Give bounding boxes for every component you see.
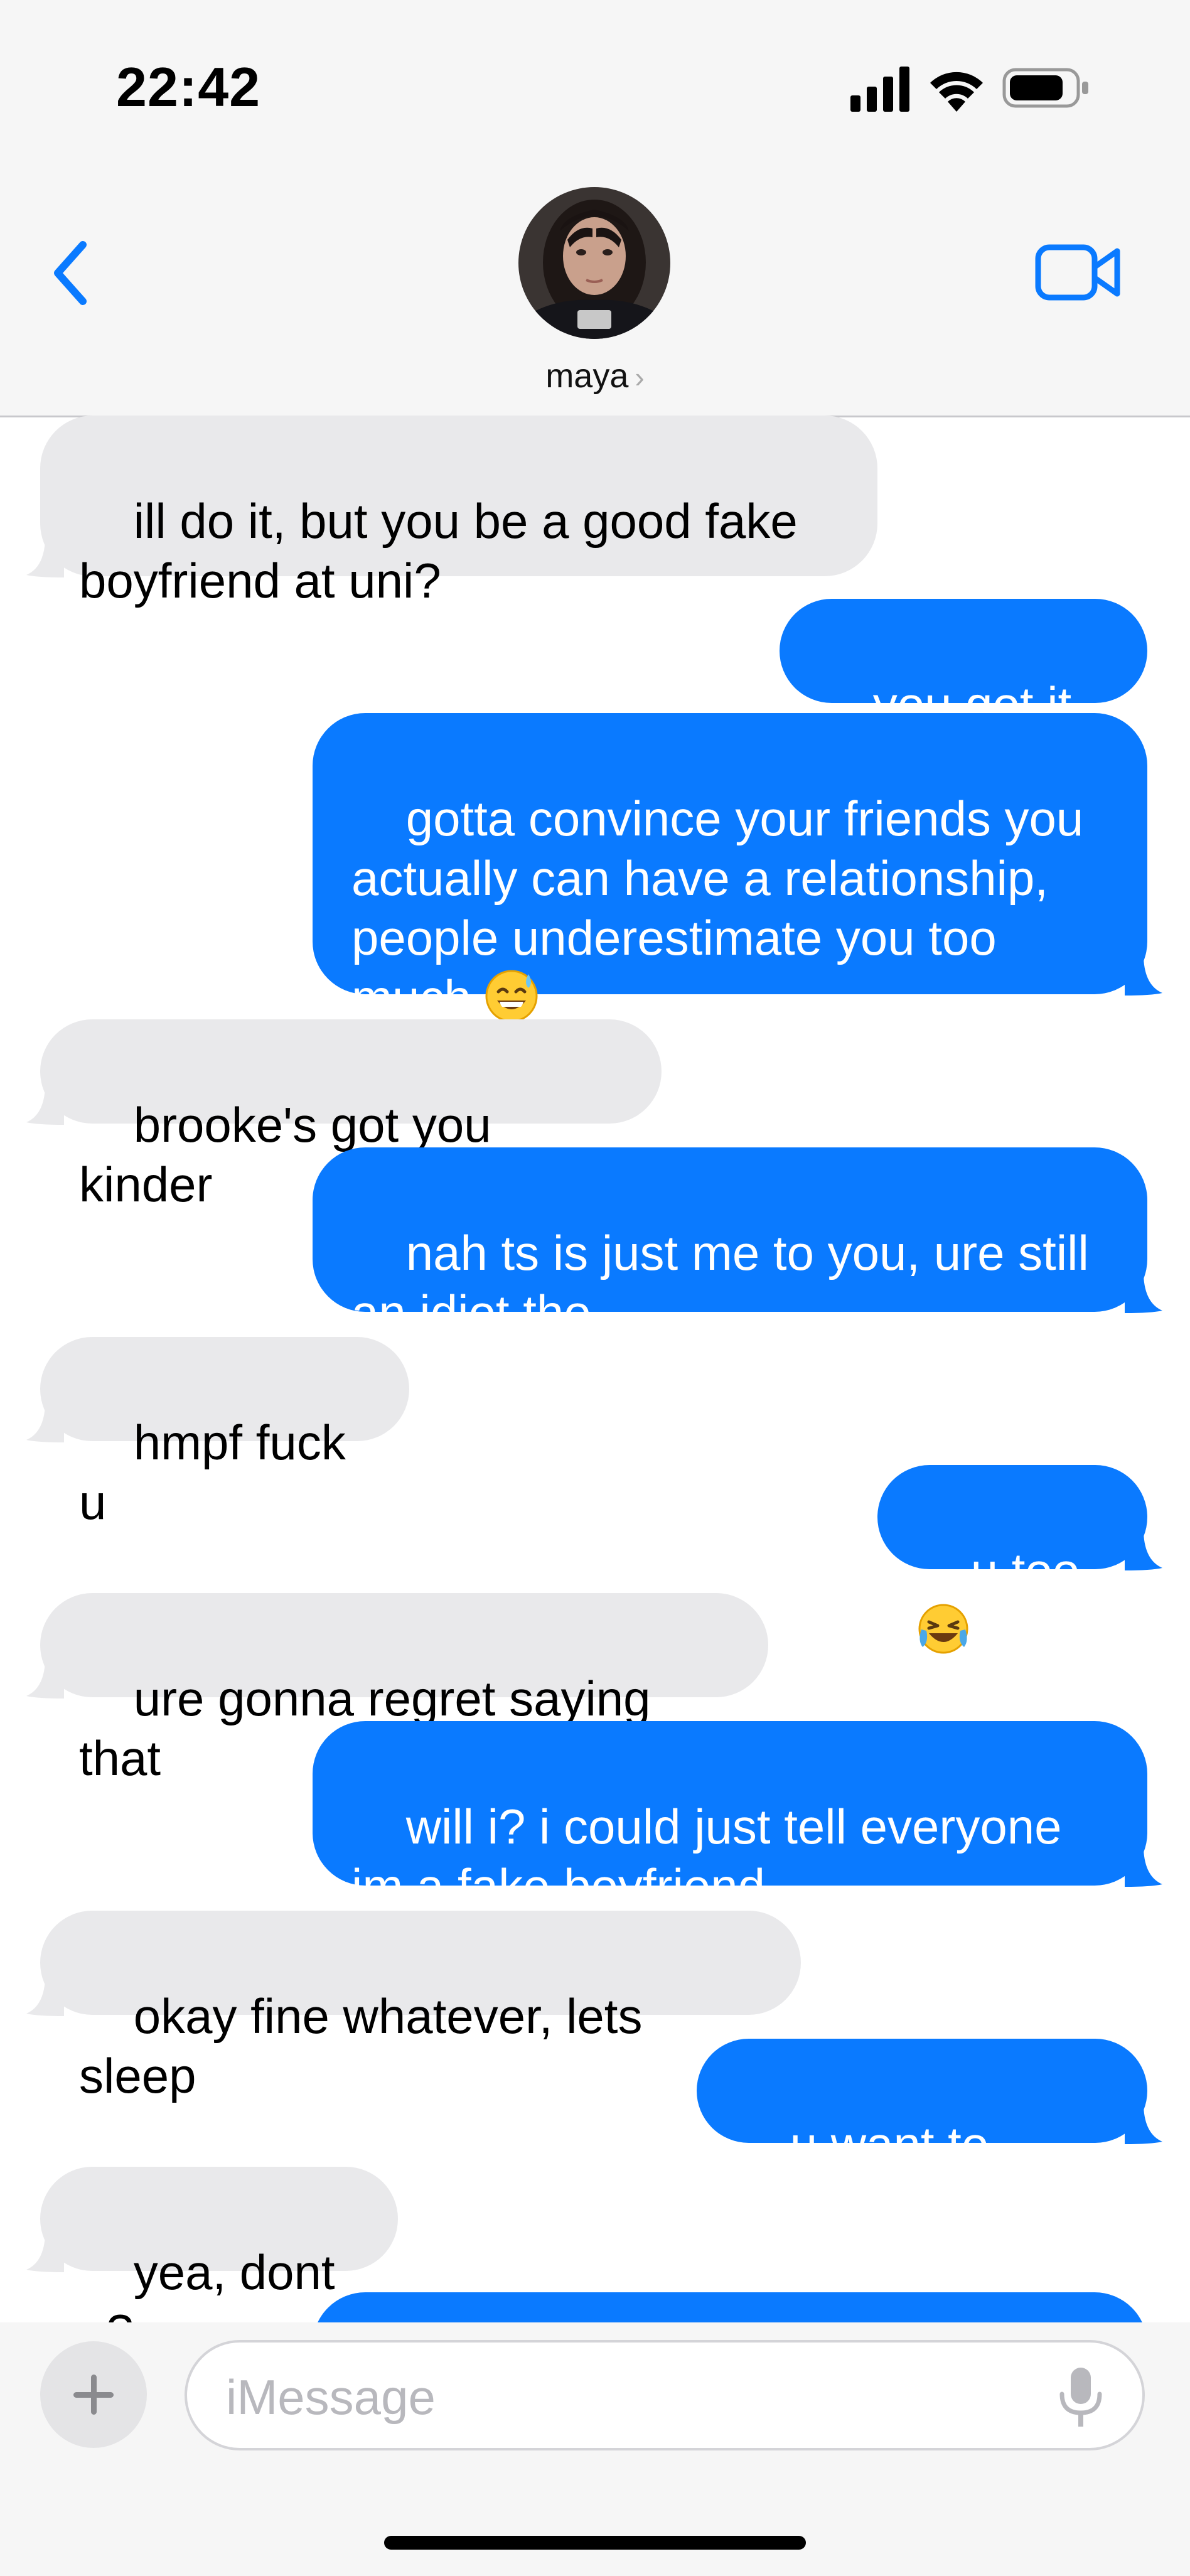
video-camera-icon[interactable]: [1034, 239, 1122, 308]
bubble-tail: [1125, 1849, 1162, 1887]
message-input-field[interactable]: [185, 2340, 1145, 2450]
message-text: okay fine whatever, lets sleep: [79, 1988, 657, 2103]
message-text: nah ts is just me to you, ure still an i…: [351, 1225, 1089, 1340]
contact-avatar[interactable]: [518, 187, 670, 339]
bubble-tail: [26, 1087, 64, 1125]
bubble-tail: [26, 1978, 64, 2016]
message-sent[interactable]: gotta convince your friends you actually…: [313, 713, 1162, 1025]
message-received[interactable]: ure gonna regret saying that: [26, 1593, 768, 1786]
message-received[interactable]: hmpf fuck u: [26, 1337, 409, 1530]
message-text: gotta convince your friends you actually…: [351, 791, 1084, 1025]
message-text: u want to sleep?: [736, 2117, 1002, 2231]
status-time: 22:42: [116, 56, 261, 118]
message-sent[interactable]: u want to sleep?: [697, 2039, 1162, 2231]
message-sent[interactable]: [313, 2292, 1147, 2322]
message-sent[interactable]: you got it: [780, 599, 1147, 789]
tears-of-joy-icon: [918, 1604, 968, 1654]
home-indicator[interactable]: [384, 2536, 806, 2550]
conversation-header: maya ›: [0, 169, 1190, 417]
bubble-tail: [26, 1405, 64, 1442]
message-sent[interactable]: u too: [877, 1465, 1162, 1654]
input-bar: [0, 2322, 1190, 2576]
bubble-tail: [1125, 958, 1162, 996]
message-text: will i? i could just tell everyone im a …: [351, 1799, 1062, 1914]
message-text: hmpf fuck u: [79, 1415, 360, 1530]
message-input[interactable]: [225, 2365, 1043, 2429]
bubble-tail: [1125, 1533, 1162, 1570]
chevron-right-icon: ›: [635, 361, 645, 394]
plus-icon[interactable]: [40, 2341, 147, 2448]
battery-icon: [1002, 68, 1088, 108]
bubble-tail: [1125, 1275, 1162, 1313]
message-received[interactable]: yea, dont u?: [26, 2167, 398, 2322]
bubble-tail: [1125, 2106, 1162, 2144]
message-text: yea, dont u?: [79, 2245, 335, 2322]
bubble-tail: [26, 540, 64, 577]
message-received[interactable]: okay fine whatever, lets sleep: [26, 1911, 801, 2103]
message-thread[interactable]: ill do it, but you be a good fake boyfri…: [0, 416, 1190, 2322]
microphone-icon[interactable]: [1049, 2365, 1112, 2430]
chevron-left-icon[interactable]: [44, 232, 100, 314]
signal-icon: [850, 67, 909, 112]
message-text: u too: [970, 1543, 1093, 1598]
message-received[interactable]: brooke's got you kinder: [26, 1019, 662, 1212]
message-received[interactable]: ill do it, but you be a good fake boyfri…: [26, 416, 877, 608]
message-text: ill do it, but you be a good fake boyfri…: [79, 493, 798, 608]
message-sent[interactable]: nah ts is just me to you, ure still an i…: [313, 1147, 1162, 1340]
bubble-tail: [26, 1661, 64, 1699]
wifi-icon: [930, 72, 983, 112]
message-sent[interactable]: will i? i could just tell everyone im a …: [313, 1721, 1162, 1914]
bubble-tail: [26, 2235, 64, 2272]
grinning-sweat-icon: [485, 970, 538, 1022]
status-bar: 22:42: [0, 0, 1190, 169]
contact-name-label: maya: [545, 357, 629, 395]
contact-name[interactable]: maya ›: [0, 357, 1190, 395]
